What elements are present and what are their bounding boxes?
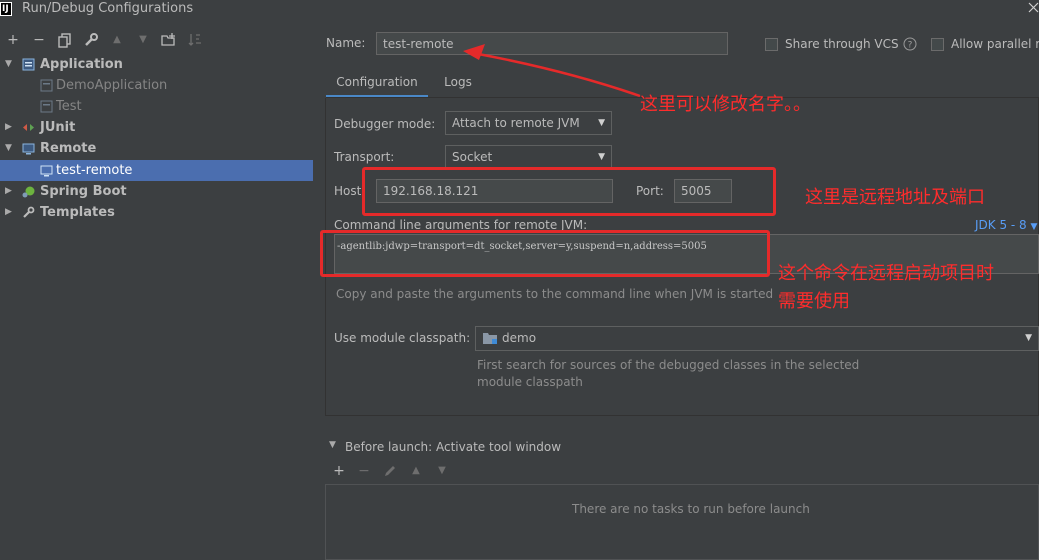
configuration-tree: ▼ Application DemoApplication Test ▶ JUn… <box>0 54 313 560</box>
move-down-icon[interactable]: ▼ <box>135 32 151 48</box>
help-icon[interactable]: ? <box>903 37 917 51</box>
tree-item-test-remote[interactable]: test-remote <box>0 160 313 181</box>
chevron-down-icon: ▼ <box>598 118 605 128</box>
tree-group-junit[interactable]: ▶ JUnit <box>0 117 313 138</box>
cmd-args-hint: Copy and paste the arguments to the comm… <box>336 287 774 301</box>
before-launch-task-list <box>325 484 1039 560</box>
tree-group-remote[interactable]: ▼ Remote <box>0 138 313 159</box>
module-classpath-label: Use module classpath: <box>334 331 471 345</box>
application-config-icon <box>40 79 53 92</box>
collapse-arrow-icon[interactable]: ▼ <box>329 440 336 450</box>
tree-group-templates[interactable]: ▶ Templates <box>0 202 313 223</box>
remove-task-button[interactable]: − <box>356 463 372 479</box>
before-launch-title: Before launch: Activate tool window <box>345 440 562 454</box>
annotation-box-cmd <box>320 230 770 277</box>
tree-item-label: JUnit <box>40 120 76 135</box>
tree-item-label: Application <box>40 57 123 72</box>
add-task-button[interactable]: + <box>331 463 347 479</box>
wrench-icon[interactable] <box>83 32 99 48</box>
remove-configuration-button[interactable]: − <box>31 32 47 48</box>
add-configuration-button[interactable]: + <box>5 32 21 48</box>
annotation-note-cmd-line1: 这个命令在远程启动项目时 <box>778 263 994 284</box>
module-classpath-value: demo <box>502 331 537 345</box>
application-icon <box>22 58 35 71</box>
spring-boot-icon <box>22 186 35 198</box>
tree-item-test[interactable]: Test <box>0 96 313 117</box>
name-label: Name: <box>326 36 366 50</box>
app-logo-icon: IJ <box>0 2 12 16</box>
debugger-mode-label: Debugger mode: <box>334 117 436 131</box>
move-task-down-icon[interactable]: ▼ <box>434 463 450 479</box>
jdk-version-link[interactable]: JDK 5 - 8 ▼ <box>975 218 1037 232</box>
tree-item-demoapplication[interactable]: DemoApplication <box>0 75 313 96</box>
remote-config-icon <box>40 165 53 177</box>
jdk-version-label: JDK 5 - 8 <box>975 218 1027 232</box>
tree-item-label: DemoApplication <box>56 78 168 93</box>
host-label: Host: <box>334 184 366 198</box>
window-title: Run/Debug Configurations <box>22 1 194 16</box>
application-config-icon <box>40 100 53 113</box>
module-classpath-select[interactable]: demo ▼ <box>475 326 1039 351</box>
allow-parallel-label: Allow parallel r <box>951 37 1039 51</box>
collapse-arrow-icon[interactable]: ▶ <box>5 181 12 202</box>
copy-configuration-icon[interactable] <box>57 32 73 48</box>
move-up-icon[interactable]: ▲ <box>109 32 125 48</box>
remote-icon <box>22 143 35 155</box>
new-folder-icon[interactable] <box>161 32 177 48</box>
junit-icon <box>23 124 34 131</box>
transport-label: Transport: <box>334 150 395 164</box>
tree-group-spring-boot[interactable]: ▶ Spring Boot <box>0 181 313 202</box>
debugger-mode-select[interactable]: Attach to remote JVM ▼ <box>445 111 612 135</box>
module-folder-icon <box>483 333 497 344</box>
debugger-mode-value: Attach to remote JVM <box>452 116 580 130</box>
svg-text:?: ? <box>908 41 913 51</box>
tab-configuration[interactable]: Configuration <box>326 70 428 98</box>
collapse-arrow-icon[interactable]: ▶ <box>5 202 12 223</box>
annotation-box-host <box>362 167 776 216</box>
edit-task-icon[interactable] <box>382 463 398 479</box>
collapse-arrow-icon[interactable]: ▶ <box>5 117 12 138</box>
chevron-down-icon: ▼ <box>1025 333 1032 343</box>
chevron-down-icon: ▼ <box>598 152 605 162</box>
tree-item-label: Remote <box>40 141 97 156</box>
annotation-note-name: 这里可以修改名字。。 <box>640 94 811 115</box>
expand-arrow-icon[interactable]: ▼ <box>5 138 12 159</box>
share-vcs-label: Share through VCS <box>785 37 899 51</box>
tree-item-label: Spring Boot <box>40 184 127 199</box>
module-hint-line2: module classpath <box>477 375 583 389</box>
share-vcs-checkbox[interactable] <box>765 38 778 51</box>
module-hint-line1: First search for sources of the debugged… <box>477 358 860 372</box>
tree-item-label: test-remote <box>56 163 133 178</box>
tree-group-application[interactable]: ▼ Application <box>0 54 313 75</box>
allow-parallel-checkbox[interactable] <box>931 38 944 51</box>
annotation-arrow <box>463 44 641 98</box>
tree-item-label: Templates <box>40 205 115 220</box>
wrench-icon <box>23 206 35 218</box>
annotation-note-host: 这里是远程地址及端口 <box>805 187 985 208</box>
chevron-down-icon: ▼ <box>1030 222 1038 232</box>
tree-item-label: Test <box>56 99 82 114</box>
sort-icon[interactable] <box>187 32 203 48</box>
transport-select[interactable]: Socket ▼ <box>445 145 612 169</box>
close-icon[interactable] <box>1028 2 1039 13</box>
annotation-note-cmd-line2: 需要使用 <box>778 291 850 312</box>
expand-arrow-icon[interactable]: ▼ <box>5 54 12 75</box>
before-launch-empty-text: There are no tasks to run before launch <box>572 502 810 516</box>
transport-value: Socket <box>452 150 493 164</box>
move-task-up-icon[interactable]: ▲ <box>408 463 424 479</box>
